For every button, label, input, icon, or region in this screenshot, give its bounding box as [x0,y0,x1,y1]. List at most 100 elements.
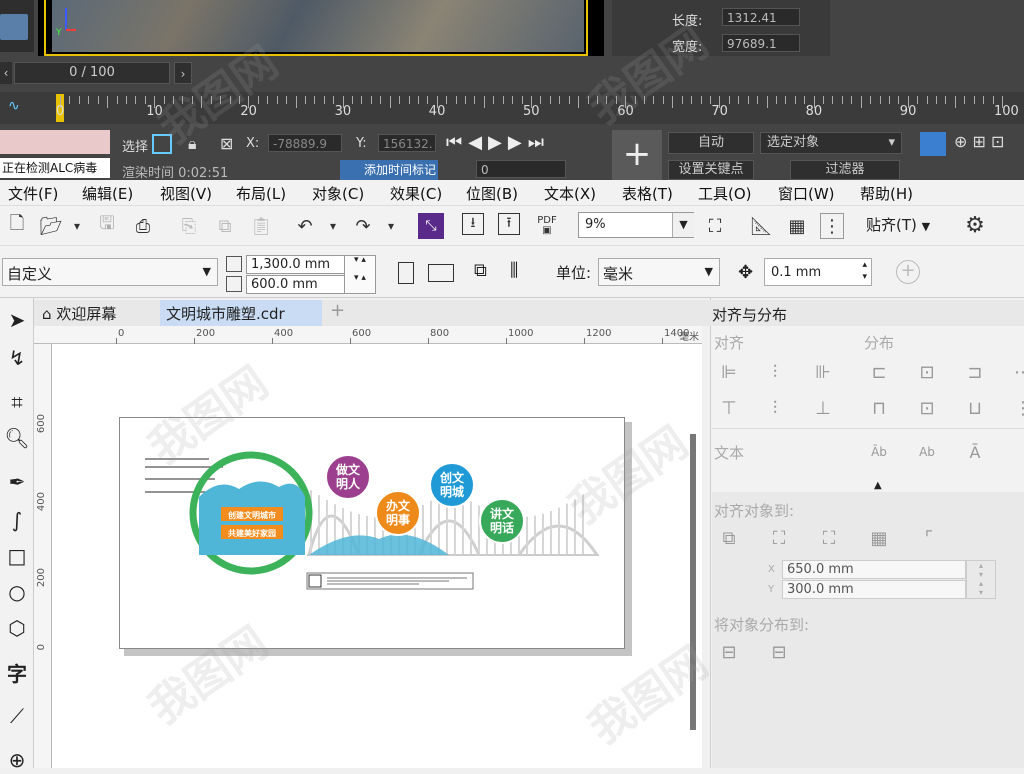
polygon-tool-icon[interactable]: ⬡ [3,614,31,642]
menu-item[interactable]: 布局(L) [236,183,286,204]
parallel-dimension-icon[interactable]: ⟋ [3,702,31,730]
text-tool-icon[interactable]: 字 [3,658,31,686]
grid-align-icon[interactable]: ▦ [866,526,892,550]
page-center-icon[interactable]: ⛶ [816,526,842,550]
redo-icon[interactable]: ↷ [350,213,376,239]
zoom-all-icon[interactable]: ⊕ ⊞ ⊡ [954,132,1004,151]
y-field[interactable]: 156132. [378,134,436,152]
distribute-selection-icon[interactable]: ⊟ [716,640,742,664]
all-pages-icon[interactable]: ⧉ [474,260,500,286]
distribute-spacing-v-icon[interactable]: ⋮ [1010,396,1024,420]
page-edge-icon[interactable]: ⛶ [766,526,792,550]
x-coordinate-field[interactable]: 650.0 mm [782,560,966,579]
add-preset-icon[interactable]: + [896,260,920,284]
open-dropdown-icon[interactable]: ▾ [64,213,90,239]
copy-icon[interactable]: ⧉ [212,213,238,239]
print-icon[interactable]: ⎙ [130,213,156,239]
size-spinner-icon[interactable]: ▾ ▴ ▾ ▴ [344,255,376,294]
artwork[interactable]: 创建文明城市 共建美好家园 做文明人办文明事 创文明城讲文明话 [119,417,625,649]
active-objects-icon[interactable]: ⧉ [716,526,742,550]
new-tab-icon[interactable]: + [322,300,353,326]
menu-item[interactable]: 表格(T) [622,183,673,204]
zoom-icon[interactable] [920,132,946,156]
save-icon[interactable]: 🖫 [94,213,120,239]
width-field[interactable]: 97689.1 [722,34,800,52]
menu-item[interactable]: 工具(O) [698,183,752,204]
pen-tool-icon[interactable]: ✒ [3,468,31,496]
align-right-icon[interactable]: ⊪ [810,360,836,384]
viewport-side-button[interactable] [0,14,28,40]
export-icon[interactable]: ⭱ [498,213,520,235]
new-document-icon[interactable]: 🗋 [4,213,30,239]
tab-document[interactable]: 文明城市雕塑.cdr [160,300,322,326]
menu-item[interactable]: 文本(X) [544,183,596,204]
undo-dropdown-icon[interactable]: ▾ [320,213,346,239]
nudge-distance-field[interactable]: 0.1 mm ▴ ▾ [764,258,872,286]
menu-item[interactable]: 编辑(E) [82,183,133,204]
units-select[interactable]: 毫米 ▼ [598,258,720,286]
full-screen-icon[interactable]: ⛶ [702,213,728,239]
set-key-icon[interactable]: + [612,130,662,180]
shape-tool-icon[interactable]: ↯ [3,344,31,372]
publish-pdf-icon[interactable]: PDF ▣ [534,213,560,239]
playback-controls[interactable]: ⏮◀▶▶⏭ [446,132,550,153]
specified-point-icon[interactable]: ⌜ [916,526,942,550]
guidelines-icon[interactable]: ⋮ [820,213,844,239]
text-baseline-last-icon[interactable]: Ab [914,440,940,464]
page-width-field[interactable]: 1,300.0 mm [246,255,356,274]
y-coordinate-field[interactable]: 300.0 mm [782,580,966,599]
align-top-icon[interactable]: ⊤ [716,396,742,420]
menu-item[interactable]: 位图(B) [466,183,518,204]
paste-icon[interactable]: 📋︎ [248,213,274,239]
distribute-page-icon[interactable]: ⊟ [766,640,792,664]
distribute-center-icon[interactable]: ⊡ [914,360,940,384]
open-icon[interactable]: 📂︎ [38,213,64,239]
filters-button[interactable]: 过滤器 [790,160,900,180]
settings-gear-icon[interactable]: ⚙ [962,212,988,238]
add-time-tag-button[interactable]: 添加时间标记 [340,160,438,180]
text-bounding-box-icon[interactable]: Ā [962,440,988,464]
pick-tool-icon[interactable]: ➤ [3,306,31,334]
chevron-down-icon[interactable]: ▼ [672,213,694,237]
menu-item[interactable]: 帮助(H) [860,183,913,204]
portrait-icon[interactable] [398,262,414,284]
menu-item[interactable]: 对象(C) [312,183,364,204]
redo-dropdown-icon[interactable]: ▾ [378,213,404,239]
grid-icon[interactable]: ▦ [784,213,810,239]
menu-item[interactable]: 文件(F) [8,183,58,204]
cut-icon[interactable]: ⎘ [176,213,202,239]
menu-item[interactable]: 效果(C) [390,183,442,204]
absolute-mode-icon[interactable]: ⊠ [220,134,233,153]
menu-item[interactable]: 视图(V) [160,183,212,204]
page-height-field[interactable]: 600.0 mm [246,275,356,294]
rulers-icon[interactable]: 📐︎ [748,213,774,239]
set-key-button[interactable]: 设置关键点 [668,160,754,180]
snap-to-button[interactable]: 贴齐(T) ▼ [866,214,930,235]
selected-object-select[interactable]: 选定对象 ▾ [760,132,902,154]
distribute-middle-icon[interactable]: ⊡ [914,396,940,420]
x-field[interactable]: -78889.9 [268,134,342,152]
undo-icon[interactable]: ↶ [292,213,318,239]
distribute-spacing-h-icon[interactable]: ⋯ [1010,360,1024,384]
align-left-icon[interactable]: ⊫ [716,360,742,384]
landscape-icon[interactable] [428,264,454,282]
distribute-left-icon[interactable]: ⊏ [866,360,892,384]
next-frame-button[interactable]: › [174,62,192,84]
tab-welcome[interactable]: ⌂ 欢迎屏幕 [36,300,122,326]
vertical-scrollbar[interactable] [690,434,696,730]
add-tool-icon[interactable]: ⊕ [3,746,31,774]
lock-icon[interactable]: 🔒︎ [188,134,197,154]
current-page-icon[interactable]: ⫼ [510,260,536,286]
text-baseline-first-icon[interactable]: Āb [866,440,892,464]
coord-spinners-icon[interactable]: ▴ ▾ ▴ ▾ [966,560,996,599]
crop-tool-icon[interactable]: ⌗ [3,388,31,416]
artistic-media-icon[interactable]: ∫ [3,506,31,534]
search-content-icon[interactable]: ⤡ [418,213,444,239]
rectangle-tool-icon[interactable]: □ [3,542,31,570]
align-center-h-icon[interactable]: ⫶ [762,360,788,384]
zoom-tool-icon[interactable]: 🔍︎ [3,424,31,452]
frame-field[interactable]: 0 [476,160,566,178]
auto-key-button[interactable]: 自动 [668,132,754,154]
distribute-bottom-icon[interactable]: ⊔ [962,396,988,420]
maxscript-listener[interactable] [0,130,110,154]
